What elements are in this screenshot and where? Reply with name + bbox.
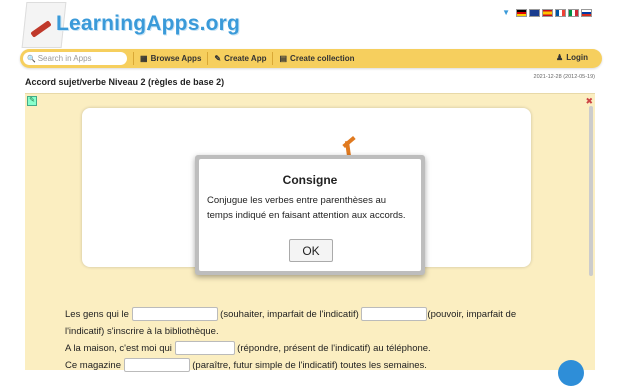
divider [133,52,134,65]
ok-button[interactable]: OK [289,239,333,262]
search-placeholder: Search in Apps [37,54,92,63]
user-icon: ♟ [556,53,564,62]
browse-apps-label: Browse Apps [150,54,202,63]
dropdown-arrow-icon[interactable]: ▼ [502,8,510,17]
divider [272,52,274,65]
page-date: 2021-12-28 (2012-05-19) [533,74,595,80]
pencil-icon: ✎ [214,54,222,63]
grid-icon: ▦ [140,54,148,63]
edit-icon[interactable]: ✎ [27,96,37,106]
sentence-1-part-b: (souhaiter, imparfait de l'indicatif) [217,309,362,320]
answer-gap-1[interactable] [131,307,218,322]
create-collection-label: Create collection [290,54,355,63]
flag-it-icon[interactable] [568,8,579,17]
language-flags: ▼ [502,8,592,17]
header: LearningApps.org ▼ [0,0,620,48]
dialog-title: Consigne [282,173,338,187]
search-icon: 🔍 [27,55,36,63]
exercise-text: Les gens qui le (souhaiter, imparfait de… [65,306,555,374]
flag-ru-icon[interactable] [581,8,592,17]
sentence-1-part-a: Les gens qui le [65,309,132,320]
search-input[interactable]: 🔍 Search in Apps [23,52,127,65]
instruction-dialog: Consigne Conjugue les verbes entre paren… [195,155,425,275]
main-navbar: 🔍 Search in Apps ▦ Browse Apps ✎ Create … [20,49,602,68]
create-app-label: Create App [224,54,267,63]
page-title: Accord sujet/verbe Niveau 2 (règles de b… [25,77,225,87]
dialog-body: Consigne Conjugue les verbes entre paren… [199,159,421,271]
flag-es-icon[interactable] [542,8,553,17]
answer-gap-3[interactable] [174,341,235,356]
create-app-button[interactable]: ✎ Create App [214,54,266,63]
help-button[interactable] [558,360,584,386]
sentence-2-part-b: (répondre, présent de l'indicatif) au té… [234,343,431,354]
dialog-text: Conjugue les verbes entre parenthèses au… [207,195,406,221]
scrollbar[interactable] [589,106,593,276]
logo-text[interactable]: LearningApps.org [56,12,240,36]
browse-apps-button[interactable]: ▦ Browse Apps [140,54,201,63]
answer-gap-2[interactable] [361,307,428,322]
sentence-3-part-a: Ce magazine [65,360,124,371]
answer-gap-4[interactable] [123,358,190,373]
divider [207,52,209,65]
flag-fr-icon[interactable] [555,8,566,17]
sentence-2-part-a: A la maison, c'est moi qui [65,343,175,354]
flag-gb-icon[interactable] [529,8,540,17]
login-button[interactable]: ♟ Login [556,53,588,62]
flag-de-icon[interactable] [516,8,527,17]
create-collection-button[interactable]: ▤ Create collection [279,54,354,63]
sentence-3-part-b: (paraître, futur simple de l'indicatif) … [189,360,427,371]
login-label: Login [566,53,588,62]
collection-icon: ▤ [279,54,288,63]
